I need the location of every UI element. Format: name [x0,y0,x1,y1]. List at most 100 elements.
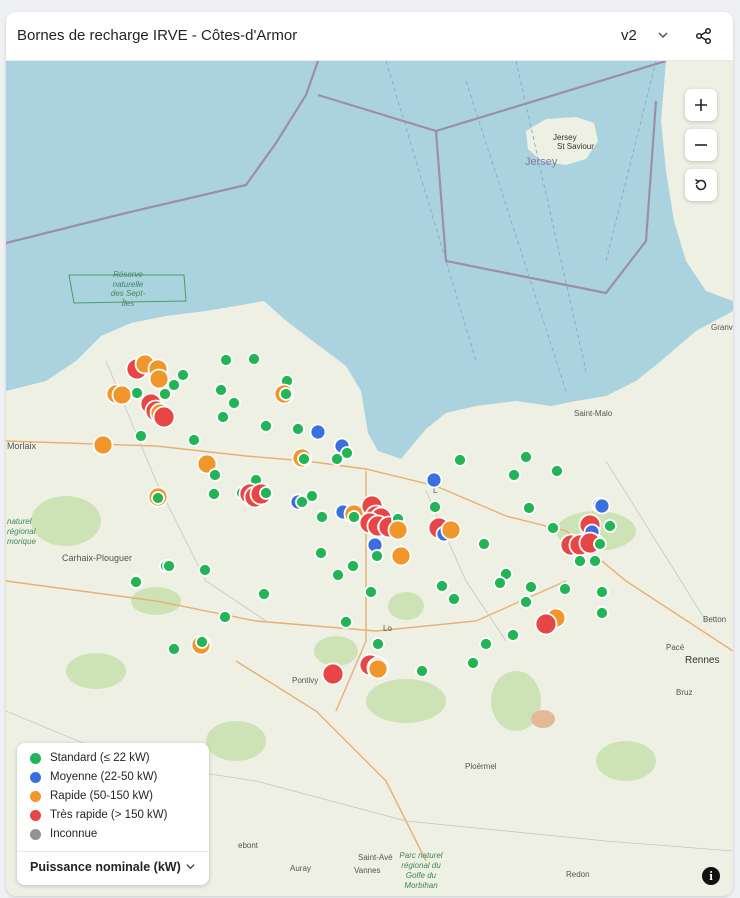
marker-standard[interactable] [453,453,467,467]
marker-standard[interactable] [588,554,602,568]
marker-standard[interactable] [519,450,533,464]
version-select[interactable]: v2 [603,20,677,50]
marker-standard[interactable] [227,396,241,410]
marker-standard[interactable] [479,637,493,651]
legend-label: Standard (≤ 22 kW) [50,752,150,764]
marker-standard[interactable] [466,656,480,670]
marker-medium[interactable] [425,471,443,489]
zoom-out-button[interactable] [685,129,717,161]
marker-fast[interactable] [387,519,409,541]
marker-standard[interactable] [259,486,273,500]
marker-standard[interactable] [593,537,607,551]
marker-standard[interactable] [339,615,353,629]
marker-standard[interactable] [195,635,209,649]
marker-standard[interactable] [218,610,232,624]
map-area[interactable]: Jersey Jersey St Saviour Réserve naturel… [6,61,733,896]
marker-medium[interactable] [309,423,327,441]
marker-standard[interactable] [259,419,273,433]
marker-standard[interactable] [447,592,461,606]
marker-standard[interactable] [524,580,538,594]
marker-standard[interactable] [134,429,148,443]
marker-standard[interactable] [428,500,442,514]
marker-standard[interactable] [291,422,305,436]
marker-standard[interactable] [247,352,261,366]
marker-standard[interactable] [216,410,230,424]
marker-standard[interactable] [371,637,385,651]
legend: Standard (≤ 22 kW) Moyenne (22-50 kW) Ra… [17,743,209,885]
legend-swatch [30,752,41,764]
marker-standard[interactable] [151,491,165,505]
marker-standard[interactable] [198,563,212,577]
marker-standard[interactable] [297,452,311,466]
marker-ultra[interactable] [321,662,345,686]
marker-standard[interactable] [167,378,181,392]
marker-standard[interactable] [129,575,143,589]
legend-swatch [30,828,41,840]
marker-standard[interactable] [346,559,360,573]
marker-standard[interactable] [595,606,609,620]
marker-fast[interactable] [111,384,133,406]
marker-standard[interactable] [364,585,378,599]
marker-standard[interactable] [477,537,491,551]
marker-standard[interactable] [330,452,344,466]
marker-standard[interactable] [279,387,293,401]
legend-item: Standard (≤ 22 kW) [30,750,150,766]
marker-standard[interactable] [295,495,309,509]
zoom-in-button[interactable] [685,89,717,121]
marker-standard[interactable] [595,585,609,599]
marker-standard[interactable] [519,595,533,609]
reset-icon [695,178,707,191]
chevron-down-icon[interactable] [185,861,196,872]
minus-icon [695,144,707,146]
marker-ultra[interactable] [534,612,558,636]
marker-standard[interactable] [162,559,176,573]
marker-fast[interactable] [148,368,170,390]
marker-standard[interactable] [130,386,144,400]
legend-label: Moyenne (22-50 kW) [50,771,158,783]
marker-standard[interactable] [347,510,361,524]
marker-standard[interactable] [314,546,328,560]
marker-standard[interactable] [435,579,449,593]
marker-standard[interactable] [187,433,201,447]
legend-swatch [30,790,41,802]
marker-ultra[interactable] [152,405,176,429]
marker-standard[interactable] [603,519,617,533]
info-icon[interactable]: i [702,867,720,885]
marker-fast[interactable] [367,658,389,680]
marker-standard[interactable] [167,642,181,656]
marker-standard[interactable] [415,664,429,678]
marker-standard[interactable] [219,353,233,367]
metric-select[interactable]: Puissance nominale (kW) [30,860,181,874]
legend-label: Inconnue [50,828,98,840]
legend-label: Très rapide (> 150 kW) [50,809,168,821]
header: Bornes de recharge IRVE - Côtes-d'Armor … [6,12,733,61]
chevron-down-icon [658,32,668,39]
marker-standard[interactable] [506,628,520,642]
marker-standard[interactable] [214,383,228,397]
map-card: Bornes de recharge IRVE - Côtes-d'Armor … [6,12,733,896]
legend-item: Moyenne (22-50 kW) [30,769,157,785]
marker-standard[interactable] [208,468,222,482]
legend-swatch [30,771,41,783]
marker-standard[interactable] [546,521,560,535]
version-value: v2 [621,26,637,44]
marker-standard[interactable] [315,510,329,524]
marker-standard[interactable] [507,468,521,482]
marker-standard[interactable] [522,501,536,515]
marker-fast[interactable] [440,519,462,541]
marker-standard[interactable] [331,568,345,582]
share-icon[interactable] [694,26,714,46]
reset-view-button[interactable] [685,169,717,201]
legend-item: Inconnue [30,826,97,842]
marker-standard[interactable] [207,487,221,501]
marker-standard[interactable] [573,554,587,568]
marker-fast[interactable] [92,434,114,456]
marker-standard[interactable] [257,587,271,601]
marker-standard[interactable] [558,582,572,596]
marker-fast[interactable] [390,545,412,567]
marker-standard[interactable] [370,549,384,563]
marker-standard[interactable] [176,368,190,382]
marker-standard[interactable] [493,576,507,590]
marker-standard[interactable] [550,464,564,478]
marker-medium[interactable] [593,497,611,515]
